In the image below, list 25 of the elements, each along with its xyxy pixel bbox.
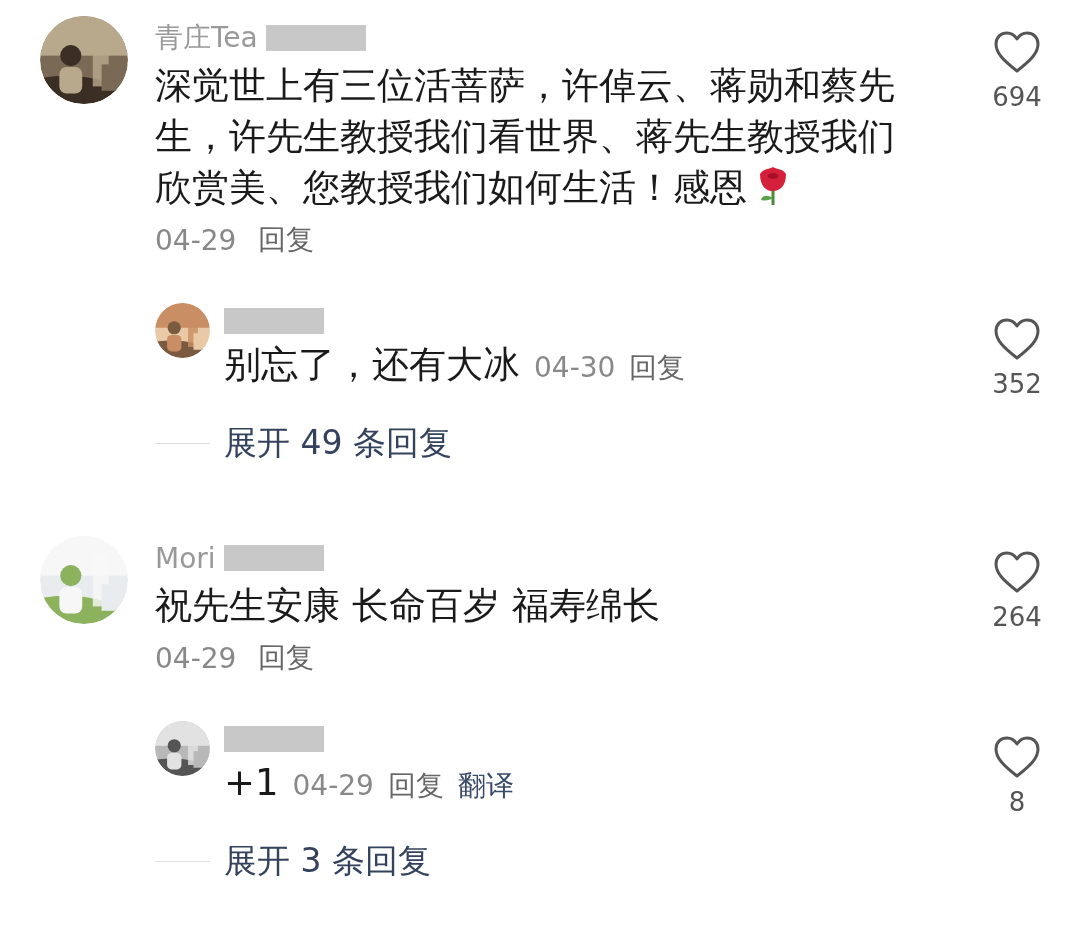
like-count: 264 <box>992 602 1042 632</box>
comment-text: 祝先生安康 长命百岁 福寿绵长 <box>155 584 660 627</box>
reply-button[interactable]: 回复 <box>258 221 315 259</box>
comment-text: 深觉世上有三位活菩萨，许倬云、蒋勋和蔡先生，许先生教授我们看世界、蒋先生教授我们欣赏美、您教授我们如何生活！感恩 <box>155 64 895 209</box>
like-count: 352 <box>992 369 1042 399</box>
expand-replies-link[interactable]: 展开 3 条回复 <box>224 839 431 884</box>
reply-button[interactable]: 回复 <box>629 349 686 387</box>
translate-link[interactable]: 翻译 <box>457 767 514 805</box>
comment-date: 04-29 <box>292 769 374 802</box>
comment-date: 04-30 <box>534 351 616 384</box>
comment-date: 04-29 <box>155 641 237 675</box>
expand-replies-link[interactable]: 展开 49 条回复 <box>224 421 452 466</box>
reply-text: +1 <box>224 760 279 806</box>
comment-date: 04-29 <box>155 223 237 257</box>
like-count: 8 <box>1008 787 1026 817</box>
heart-icon[interactable] <box>993 735 1041 779</box>
like-count: 694 <box>992 82 1042 112</box>
reply-button[interactable]: 回复 <box>387 767 444 805</box>
reply-text: 别忘了，还有大冰 <box>224 342 520 388</box>
reply-button[interactable]: 回复 <box>258 639 315 677</box>
username: Mori <box>155 541 216 575</box>
username: 青庄Tea <box>155 20 258 56</box>
heart-icon[interactable] <box>993 550 1041 594</box>
heart-icon[interactable] <box>993 30 1041 74</box>
heart-icon[interactable] <box>993 317 1041 361</box>
